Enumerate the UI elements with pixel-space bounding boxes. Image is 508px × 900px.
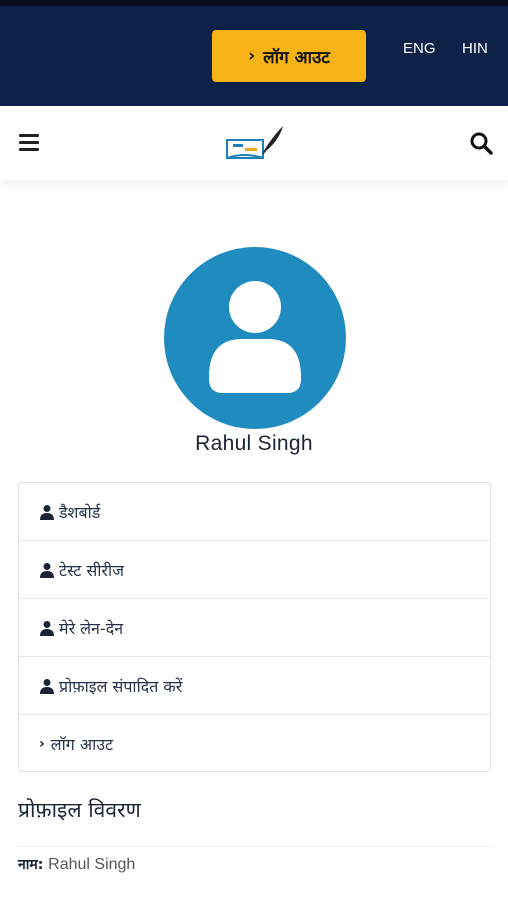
- user-icon: [209, 281, 301, 393]
- menu-item-label: प्रोफ़ाइल संपादित करें: [59, 676, 183, 696]
- profile-menu: डैशबोर्ड टेस्ट सीरीज मेरे लेन-देन प्रोफ़…: [18, 482, 491, 772]
- search-icon[interactable]: [469, 131, 493, 155]
- logout-label: लॉग आउट: [263, 47, 330, 68]
- detail-name-value: Rahul Singh: [48, 856, 136, 873]
- menu-item-label: लॉग आउट: [50, 735, 114, 754]
- menu-item-label: डैशबोर्ड: [59, 502, 101, 522]
- top-bar: › लॉग आउट ENG HIN: [0, 0, 508, 106]
- user-icon: [40, 562, 54, 578]
- menu-item-test-series[interactable]: टेस्ट सीरीज: [19, 541, 490, 599]
- profile-details-title: प्रोफ़ाइल विवरण: [18, 798, 141, 822]
- user-icon: [40, 620, 54, 636]
- language-hindi-link[interactable]: HIN: [462, 40, 488, 57]
- menu-item-label: टेस्ट सीरीज: [59, 560, 124, 580]
- nav-bar: [0, 106, 508, 180]
- logout-button[interactable]: › लॉग आउट: [212, 30, 366, 82]
- menu-item-edit-profile[interactable]: प्रोफ़ाइल संपादित करें: [19, 657, 490, 715]
- chevron-right-icon: ›: [39, 736, 45, 752]
- user-icon: [40, 504, 54, 520]
- language-english-link[interactable]: ENG: [403, 40, 436, 57]
- detail-name-key: नाम:: [18, 857, 44, 873]
- chevron-right-icon: ›: [248, 46, 256, 66]
- profile-name: Rahul Singh: [195, 432, 313, 455]
- hamburger-icon[interactable]: [19, 134, 39, 152]
- user-icon: [40, 678, 54, 694]
- menu-item-transactions[interactable]: मेरे लेन-देन: [19, 599, 490, 657]
- site-logo[interactable]: [223, 124, 285, 164]
- menu-item-label: मेरे लेन-देन: [59, 618, 124, 638]
- avatar: [164, 247, 346, 429]
- divider: [18, 846, 491, 847]
- menu-item-logout[interactable]: › लॉग आउट: [19, 715, 490, 773]
- menu-item-dashboard[interactable]: डैशबोर्ड: [19, 483, 490, 541]
- detail-name-row: नाम: Rahul Singh: [18, 855, 135, 874]
